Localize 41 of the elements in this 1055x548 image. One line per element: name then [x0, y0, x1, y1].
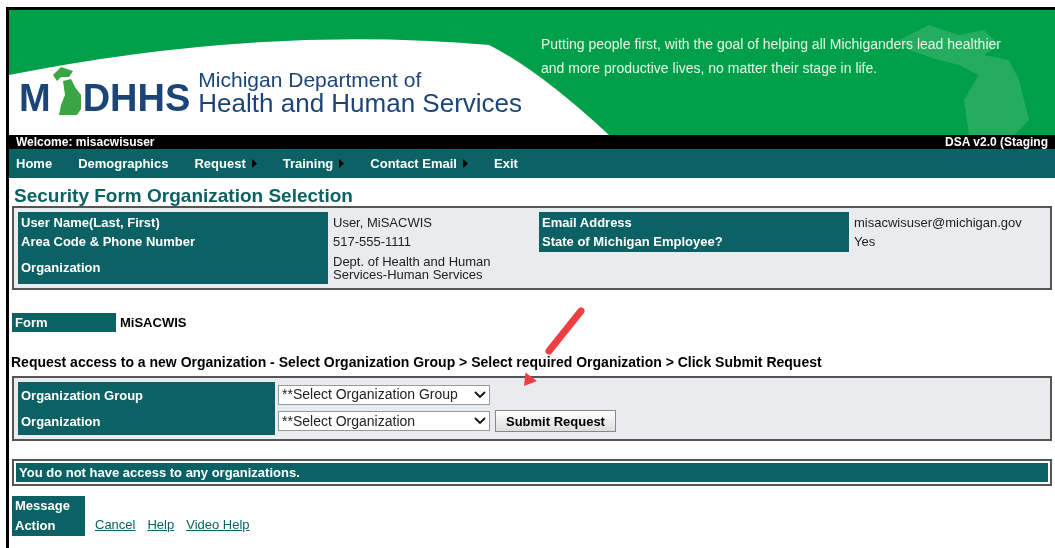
page-title: Security Form Organization Selection [13, 184, 354, 206]
nav-link[interactable]: Demographics [78, 153, 169, 174]
field-label: Area Code & Phone Number [21, 233, 197, 251]
field-label: User Name(Last, First) [21, 214, 161, 232]
logo-text: DHHS [82, 79, 191, 117]
nav-link[interactable]: Home [16, 153, 53, 174]
dropdown[interactable]: **Select Organization [278, 411, 490, 432]
field-value: Yes [854, 233, 877, 251]
field-label: Organization [21, 413, 102, 431]
tagline: Putting people first, with the goal of helping all Michiganders lead healthier and more productive lives, no matter their stage in life. [541, 35, 1002, 78]
field-value: User, MiSACWIS [333, 214, 433, 232]
nav-link[interactable]: Exit [494, 153, 518, 174]
dropdown[interactable]: **Select Organization Group [278, 384, 490, 405]
field-label: Form [12, 313, 116, 332]
form-name: MiSACWIS [120, 313, 187, 332]
action-link[interactable]: Help [147, 514, 175, 534]
version-text: DSA v2.0 (Staging [945, 136, 1048, 148]
department-name: Health and Human Services [198, 90, 523, 116]
welcome-text: Welcome: misacwisuser [16, 136, 155, 148]
field-label: Organization [21, 258, 102, 277]
instruction-text: Request access to a new Organization - Select Organization Group > Select required Organization > Click Submit Request [11, 354, 823, 370]
field-label: Email Address [542, 214, 633, 232]
notice-message: You do not have access to any organizations. [16, 463, 1048, 482]
logo-text: M [19, 79, 51, 117]
nav-link[interactable]: Training [282, 153, 345, 174]
field-label: Organization Group [21, 386, 145, 405]
field-value: Dept. of Health and Human Services-Human Services [333, 252, 492, 284]
action-link[interactable]: Video Help [186, 514, 250, 534]
department-name: Michigan Department of [198, 69, 423, 90]
nav-link[interactable]: Contact Email [370, 153, 468, 174]
field-label: State of Michigan Employee? [542, 233, 724, 251]
action-link[interactable]: Cancel [95, 514, 136, 534]
submit-button[interactable]: Submit Request [495, 410, 616, 433]
field-value: 517-555-1111 [333, 233, 413, 251]
field-label: Action [15, 517, 57, 535]
nav-link[interactable]: Request [194, 153, 257, 174]
chevron-down-icon [474, 390, 486, 399]
field-label: Message [15, 497, 71, 515]
mitten-logo-icon [50, 65, 83, 117]
chevron-down-icon [474, 417, 486, 426]
field-value: misacwisuser@michigan.gov [854, 214, 1022, 232]
